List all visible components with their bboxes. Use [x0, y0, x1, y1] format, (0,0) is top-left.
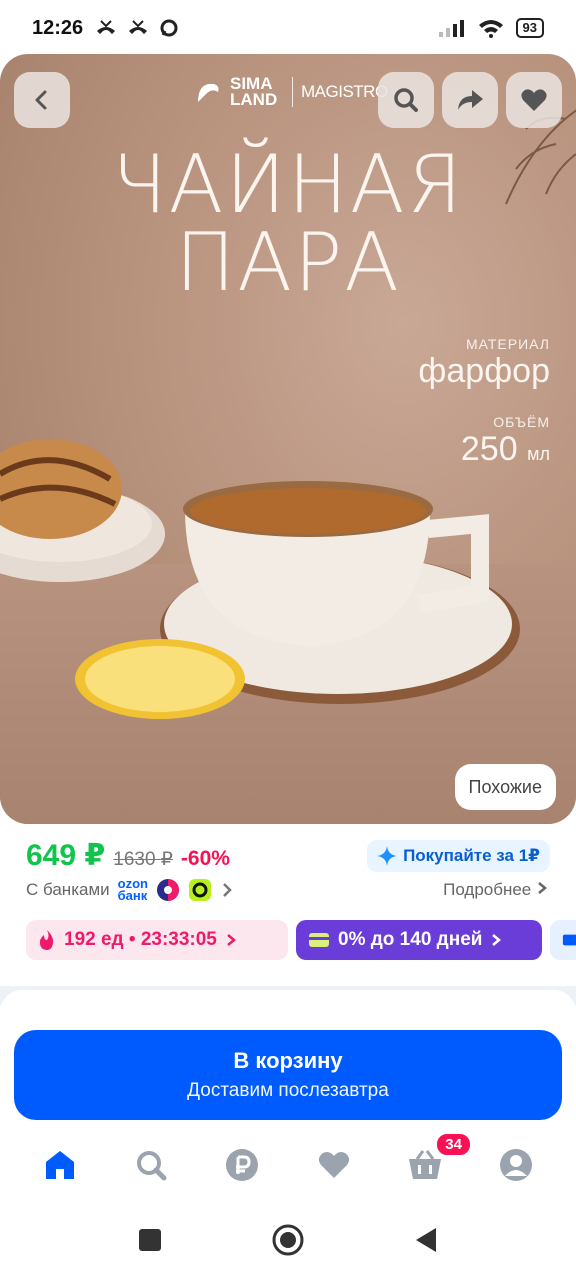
search-icon	[394, 88, 418, 112]
share-icon	[458, 90, 483, 110]
chevron-left-icon	[35, 90, 47, 110]
discount-badge: -60%	[180, 847, 230, 870]
bank-logo-icon	[188, 879, 211, 901]
old-price: 1630 ₽	[113, 849, 173, 870]
card-icon	[562, 934, 576, 946]
home-circle-icon[interactable]	[272, 1224, 304, 1256]
nav-finance[interactable]	[217, 1140, 267, 1190]
spec-volume-label: ОБЪЁМ	[493, 414, 550, 430]
nav-favorites[interactable]	[309, 1140, 359, 1190]
fire-icon	[39, 930, 54, 950]
chevron-right-icon	[538, 882, 547, 894]
more-details-label: Подробнее	[443, 880, 532, 899]
chevron-right-icon	[492, 934, 502, 946]
home-icon	[45, 1151, 74, 1179]
back-triangle-icon[interactable]	[414, 1227, 438, 1253]
spec-material-label: МАТЕРИАЛ	[465, 336, 550, 352]
ruble-icon	[226, 1149, 259, 1181]
installment-chip[interactable]: 0% до 140 дней	[296, 920, 542, 960]
buy-for-label: Покупайте за 1₽	[403, 846, 540, 865]
spec-material: МАТЕРИАЛ фарфор	[418, 336, 550, 391]
current-price: 649 ₽	[26, 839, 106, 872]
product-image-gallery[interactable]: SIMA LAND MAGISTRO ЧАЙНАЯ ПАРА МАТЕРИАЛ …	[0, 54, 576, 824]
buy-for-1-ruble-promo[interactable]: Покупайте за 1₽	[367, 840, 550, 872]
ozon-bank-logo: ozon банк	[117, 877, 148, 903]
add-to-cart-button[interactable]: В корзину Доставим послезавтра	[14, 1030, 562, 1120]
system-navigation-bar	[0, 1200, 576, 1280]
tea-cup-photo	[75, 481, 520, 719]
headline-line2: ПАРА	[175, 216, 401, 309]
back-button[interactable]	[14, 72, 70, 128]
profile-icon	[500, 1149, 533, 1181]
installment-text: 0% до 140 дней	[338, 929, 483, 950]
banks-label: С банками	[26, 880, 110, 899]
brand-separator	[292, 77, 293, 107]
spec-volume: ОБЪЁМ 250 мл	[461, 414, 550, 469]
brand-primary: SIMA LAND	[230, 74, 278, 109]
status-system-icons: 93	[438, 18, 544, 38]
bank-logo-icon	[156, 879, 179, 901]
brand-secondary: MAGISTRO	[301, 82, 388, 101]
heart-icon	[521, 89, 547, 111]
add-to-cart-label: В корзину	[233, 1048, 343, 1073]
missed-call-icon	[97, 20, 116, 34]
nav-home[interactable]	[35, 1140, 85, 1190]
stock-timer-chip[interactable]: 192 ед • 23:33:05	[26, 920, 288, 960]
more-details-link[interactable]: Подробнее	[443, 880, 548, 900]
status-bar: 12:26 93	[0, 0, 576, 56]
share-button[interactable]	[442, 72, 498, 128]
similar-products-button[interactable]: Похожие	[454, 764, 556, 810]
card-icon	[309, 933, 329, 947]
payment-chip[interactable]	[550, 920, 576, 960]
missed-call-icon	[129, 20, 148, 34]
favorite-button[interactable]	[506, 72, 562, 128]
headline-line1: ЧАЙНАЯ	[111, 138, 465, 231]
battery-indicator: 93	[515, 18, 544, 38]
sima-land-logo-icon	[198, 83, 219, 102]
price-row: 649 ₽ 1630 ₽ -60%	[26, 838, 230, 873]
spec-volume-unit: мл	[527, 444, 550, 464]
recents-icon[interactable]	[138, 1228, 162, 1252]
chevron-right-icon	[223, 883, 232, 897]
delivery-estimate: Доставим послезавтра	[187, 1080, 389, 1101]
status-notification-icons	[95, 18, 179, 38]
spec-volume-value: 250 мл	[461, 430, 550, 469]
cart-count-badge: 34	[435, 1132, 472, 1157]
sparkle-icon	[377, 846, 398, 866]
spec-material-value: фарфор	[418, 352, 550, 390]
banks-row[interactable]: С банками ozon банк	[26, 877, 234, 903]
wifi-icon	[478, 20, 503, 38]
nav-search[interactable]	[126, 1140, 176, 1190]
ozon-bank-logo-line2: банк	[117, 888, 148, 903]
search-button[interactable]	[378, 72, 434, 128]
nav-cart[interactable]: 34	[400, 1132, 472, 1190]
heart-icon	[318, 1152, 349, 1178]
status-time: 12:26	[32, 16, 84, 39]
nav-profile[interactable]	[491, 1140, 541, 1190]
signal-icon	[438, 20, 464, 37]
search-icon	[136, 1151, 167, 1181]
chat-bubble-icon	[160, 19, 178, 37]
cart-icon	[408, 1150, 441, 1179]
chevron-right-icon	[227, 934, 236, 946]
spec-volume-number: 250	[460, 430, 518, 468]
brand-logo: SIMA LAND MAGISTRO	[194, 74, 388, 109]
bottom-navigation: 34	[0, 1130, 576, 1200]
stock-timer-text: 192 ед • 23:33:05	[64, 929, 217, 950]
